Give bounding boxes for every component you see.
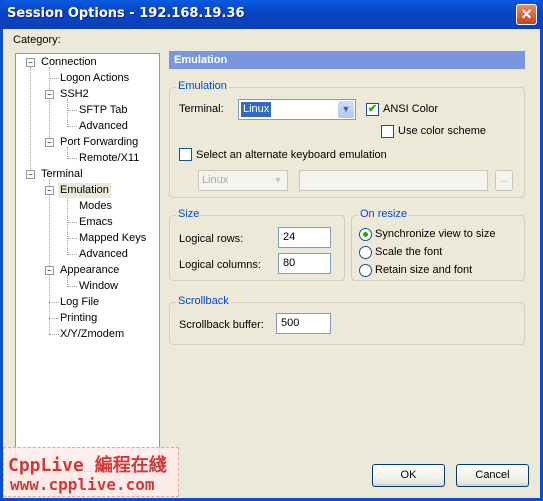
tree-item-label: Advanced — [79, 248, 128, 260]
logical-rows-label: Logical rows: — [179, 233, 244, 245]
browse-button[interactable]: ... — [495, 170, 513, 191]
tree-item-logon-actions[interactable]: Logon Actions — [60, 71, 129, 86]
tree-item-label: Advanced — [79, 120, 128, 132]
collapse-icon[interactable]: − — [45, 90, 54, 99]
scrollback-group: Scrollback Scrollback buffer: 500 — [169, 295, 525, 345]
dialog-body: Category: − Connection Logon Actions − S… — [3, 29, 540, 498]
watermark: CppLive 編程在綫 www.cpplive.com — [3, 447, 179, 497]
tree-item-label: Window — [79, 280, 119, 292]
window-title: Session Options - 192.168.19.36 — [7, 6, 245, 21]
keyboard-emulation-value: Linux — [202, 174, 229, 186]
tree-item-emulation-advanced[interactable]: Advanced — [79, 247, 128, 262]
cancel-button[interactable]: Cancel — [456, 464, 529, 487]
scale-font-radio[interactable] — [359, 246, 372, 259]
emulation-group-title: Emulation — [176, 80, 229, 92]
tree-item-appearance[interactable]: Appearance — [60, 263, 119, 278]
tree-item-label: Modes — [79, 200, 113, 212]
keyboard-emulation-path-input[interactable] — [299, 170, 488, 191]
category-tree[interactable]: − Connection Logon Actions − SSH2 SFTP T… — [15, 53, 160, 472]
close-icon: ✕ — [520, 6, 533, 22]
collapse-icon[interactable]: − — [45, 186, 54, 195]
terminal-select[interactable]: Linux ▼ — [238, 99, 356, 120]
tree-item-ssh2[interactable]: SSH2 — [60, 87, 89, 102]
tree-item-xyzmodem[interactable]: X/Y/Zmodem — [60, 327, 124, 342]
terminal-label: Terminal: — [179, 103, 224, 115]
tree-item-label: Terminal — [41, 168, 83, 180]
tree-item-emacs[interactable]: Emacs — [79, 215, 113, 230]
tree-item-mapped-keys[interactable]: Mapped Keys — [79, 231, 146, 246]
retain-size-label: Retain size and font — [375, 264, 473, 276]
tree-item-label: Log File — [60, 296, 100, 308]
watermark-line2: www.cpplive.com — [10, 475, 155, 494]
collapse-icon[interactable]: − — [26, 170, 35, 179]
alt-keyboard-label: Select an alternate keyboard emulation — [196, 149, 387, 161]
ok-button[interactable]: OK — [372, 464, 445, 487]
tree-item-label: Appearance — [60, 264, 120, 276]
chevron-down-icon[interactable]: ▼ — [338, 101, 354, 118]
tree-item-label: X/Y/Zmodem — [60, 328, 125, 340]
ansi-color-label: ANSI Color — [383, 103, 439, 115]
category-label-text: Category: — [13, 34, 61, 46]
on-resize-group-title: On resize — [358, 208, 410, 220]
size-group-title: Size — [176, 208, 202, 220]
tree-item-label: Logon Actions — [60, 72, 130, 84]
session-options-window: Session Options - 192.168.19.36 ✕ Catego… — [0, 0, 543, 501]
tree-item-label: SFTP Tab — [79, 104, 128, 116]
tree-item-label: Remote/X11 — [79, 152, 140, 164]
tree-item-log-file[interactable]: Log File — [60, 295, 99, 310]
logical-columns-label: Logical columns: — [179, 259, 261, 271]
tree-item-label: Emulation — [60, 184, 109, 196]
tree-item-sftp-tab[interactable]: SFTP Tab — [79, 103, 128, 118]
close-button[interactable]: ✕ — [516, 4, 537, 25]
tree-item-label: Mapped Keys — [79, 232, 147, 244]
tree-item-terminal[interactable]: Terminal — [41, 167, 83, 182]
scale-font-label: Scale the font — [375, 246, 443, 258]
keyboard-emulation-select[interactable]: Linux ▼ — [198, 170, 288, 191]
tree-item-modes[interactable]: Modes — [79, 199, 112, 214]
tree-item-label: SSH2 — [60, 88, 89, 100]
emulation-group: Emulation Terminal: Linux ▼ ✔ ANSI Color… — [169, 80, 525, 198]
collapse-icon[interactable]: − — [45, 138, 54, 147]
collapse-icon[interactable]: − — [45, 266, 54, 275]
logical-columns-input[interactable]: 80 — [278, 253, 331, 274]
tree-item-printing[interactable]: Printing — [60, 311, 97, 326]
tree-item-port-forwarding[interactable]: Port Forwarding — [60, 135, 138, 150]
logical-rows-input[interactable]: 24 — [278, 227, 331, 248]
scrollback-buffer-input[interactable]: 500 — [276, 313, 331, 334]
tree-item-label: Printing — [60, 312, 98, 324]
terminal-select-value: Linux — [241, 102, 272, 117]
tree-item-emulation[interactable]: Emulation — [58, 183, 111, 198]
tree-item-label: Emacs — [79, 216, 113, 228]
scrollback-group-title: Scrollback — [176, 295, 231, 307]
tree-item-label: Connection — [41, 56, 97, 68]
panel-title: Emulation — [169, 51, 525, 69]
tree-item-remote-x11[interactable]: Remote/X11 — [79, 151, 139, 166]
chevron-down-icon[interactable]: ▼ — [270, 172, 286, 189]
on-resize-group: On resize Synchronize view to size Scale… — [351, 208, 525, 281]
tree-item-connection[interactable]: Connection — [41, 55, 97, 70]
ansi-color-checkbox[interactable]: ✔ — [366, 103, 379, 116]
tree-item-label: Port Forwarding — [60, 136, 139, 148]
tree-item-ssh2-advanced[interactable]: Advanced — [79, 119, 128, 134]
scrollback-buffer-label: Scrollback buffer: — [179, 319, 264, 331]
use-color-scheme-label: Use color scheme — [398, 125, 487, 137]
synchronize-view-radio[interactable] — [359, 228, 372, 241]
size-group: Size Logical rows: 24 Logical columns: 8… — [169, 208, 345, 281]
alt-keyboard-checkbox[interactable] — [179, 148, 192, 161]
retain-size-radio[interactable] — [359, 264, 372, 277]
tree-item-window[interactable]: Window — [79, 279, 118, 294]
collapse-icon[interactable]: − — [26, 58, 35, 67]
category-label: Category: — [13, 34, 61, 46]
use-color-scheme-checkbox[interactable] — [381, 125, 394, 138]
watermark-line1: CppLive 編程在綫 — [8, 455, 167, 476]
synchronize-view-label: Synchronize view to size — [375, 228, 496, 240]
title-bar[interactable]: Session Options - 192.168.19.36 ✕ — [0, 0, 543, 29]
